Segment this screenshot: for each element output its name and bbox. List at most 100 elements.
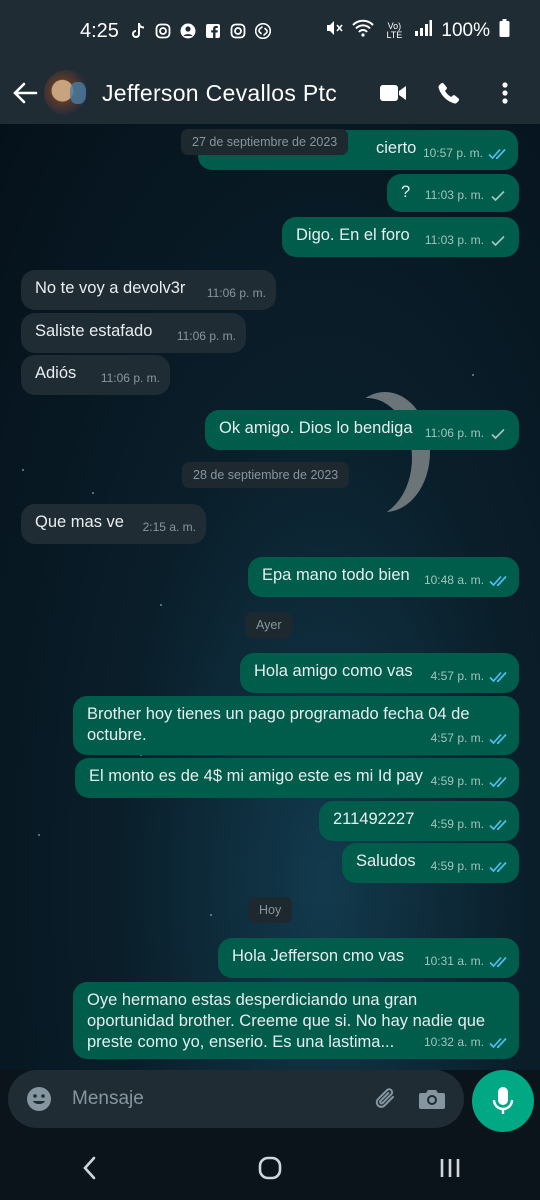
message-meta: 4:57 p. m.	[431, 728, 509, 749]
message-input-container	[8, 1070, 464, 1128]
double-check-read-icon	[488, 148, 506, 159]
double-check-read-icon	[489, 575, 507, 586]
double-check-read-icon	[489, 733, 507, 744]
message-composer	[0, 1070, 540, 1136]
wifi-icon	[352, 19, 375, 43]
message-bubble[interactable]: Hola Jefferson cmo vas 10:31 a. m.	[218, 938, 519, 978]
date-separator: Ayer	[245, 612, 293, 638]
message-meta: 2:15 a. m.	[143, 517, 196, 538]
check-sent-icon	[491, 235, 505, 246]
nav-home-icon[interactable]	[245, 1148, 295, 1188]
status-bar: 4:25 Vo) LTE 100%	[0, 0, 540, 62]
contact-name[interactable]: Jefferson Cevallos Ptc	[102, 80, 337, 107]
double-check-read-icon	[489, 776, 507, 787]
emoji-icon[interactable]	[24, 1084, 54, 1114]
message-time: 4:59 p. m.	[430, 859, 484, 873]
shazam-icon	[254, 22, 272, 40]
facebook-icon	[204, 22, 222, 40]
message-time: 10:57 p. m.	[422, 146, 483, 160]
video-call-icon[interactable]	[378, 78, 408, 108]
message-time: 2:15 a. m.	[142, 520, 196, 534]
message-bubble[interactable]: Adiós 11:06 p. m.	[21, 355, 170, 395]
instagram-icon	[154, 22, 172, 40]
message-time: 10:31 a. m.	[423, 954, 484, 968]
message-input[interactable]	[70, 1087, 356, 1111]
message-time: 4:59 p. m.	[430, 774, 484, 788]
message-meta: 11:06 p. m.	[207, 283, 266, 304]
message-text: cierto	[376, 139, 417, 157]
message-text: Ok amigo. Dios lo bendiga	[219, 419, 413, 437]
person-icon	[179, 22, 197, 40]
signal-icon	[414, 20, 433, 42]
message-meta: 4:59 p. m.	[431, 856, 509, 877]
message-meta: 11:03 p. m.	[425, 230, 509, 251]
mic-button[interactable]	[472, 1070, 534, 1132]
message-bubble[interactable]: Digo. En el foro 11:03 p. m.	[282, 217, 519, 257]
more-options-icon[interactable]	[490, 78, 520, 108]
message-time: 11:06 p. m.	[176, 329, 236, 343]
message-meta: 10:31 a. m.	[424, 951, 509, 972]
message-bubble[interactable]: Saliste estafado 11:06 p. m.	[21, 313, 246, 353]
date-separator: 27 de septiembre de 2023	[181, 129, 349, 155]
voice-call-icon[interactable]	[434, 78, 464, 108]
check-sent-icon	[491, 428, 505, 439]
message-bubble[interactable]: 211492227 4:59 p. m.	[319, 801, 519, 841]
message-text: Brother hoy tienes un pago programado fe…	[87, 705, 470, 744]
message-time: 11:06 p. m.	[206, 286, 266, 300]
message-text: Que mas ve	[35, 513, 124, 531]
nav-recents-icon[interactable]	[425, 1148, 475, 1188]
message-bubble[interactable]: Saludos 4:59 p. m.	[342, 843, 519, 883]
message-meta: 4:59 p. m.	[431, 814, 509, 835]
date-separator: Hoy	[248, 897, 293, 923]
message-meta: 11:06 p. m.	[425, 423, 509, 444]
battery-percentage: 100%	[441, 20, 490, 41]
message-text: ?	[401, 183, 411, 201]
chat-header: Jefferson Cevallos Ptc	[0, 62, 540, 124]
avatar[interactable]	[44, 70, 90, 116]
message-meta: 4:59 p. m.	[431, 771, 509, 792]
double-check-read-icon	[489, 819, 507, 830]
message-text: No te voy a devolv3r	[35, 279, 186, 297]
message-text: Saliste estafado	[35, 322, 153, 340]
message-text: 211492227	[333, 810, 415, 828]
message-time: 11:03 p. m.	[424, 188, 484, 202]
message-meta: 11:03 p. m.	[425, 185, 509, 206]
message-time: 4:57 p. m.	[430, 731, 484, 745]
double-check-read-icon	[489, 1037, 507, 1048]
check-sent-icon	[491, 190, 505, 201]
message-bubble[interactable]: Epa mano todo bien 10:48 a. m.	[248, 557, 519, 597]
message-time: 11:06 p. m.	[424, 426, 484, 440]
message-time: 10:32 a. m.	[423, 1035, 484, 1049]
status-time: 4:25	[80, 19, 119, 42]
double-check-read-icon	[489, 861, 507, 872]
mute-icon	[325, 19, 344, 43]
message-text: Digo. En el foro	[296, 226, 410, 244]
back-arrow-icon[interactable]	[8, 76, 42, 110]
message-bubble[interactable]: Oye hermano estas desperdiciando una gra…	[73, 982, 519, 1059]
message-text: Hola amigo como vas	[254, 662, 413, 680]
attach-icon[interactable]	[370, 1083, 402, 1115]
message-meta: 10:32 a. m.	[424, 1032, 509, 1053]
message-bubble[interactable]: ? 11:03 p. m.	[387, 174, 519, 212]
message-bubble[interactable]: Brother hoy tienes un pago programado fe…	[73, 696, 519, 755]
message-meta: 4:57 p. m.	[431, 666, 509, 687]
system-navigation-bar	[0, 1136, 540, 1200]
double-check-read-icon	[489, 671, 507, 682]
nav-back-icon[interactable]	[65, 1148, 115, 1188]
message-bubble[interactable]: Que mas ve 2:15 a. m.	[21, 504, 206, 544]
battery-icon	[499, 19, 510, 43]
message-time: 4:57 p. m.	[430, 669, 484, 683]
message-bubble[interactable]: Hola amigo como vas 4:57 p. m.	[240, 653, 519, 693]
message-bubble[interactable]: El monto es de 4$ mi amigo este es mi Id…	[75, 758, 519, 798]
date-separator: 28 de septiembre de 2023	[182, 462, 350, 488]
message-bubble[interactable]: No te voy a devolv3r 11:06 p. m.	[21, 270, 276, 310]
message-time: 11:06 p. m.	[100, 371, 160, 385]
message-text: Adiós	[35, 364, 77, 382]
message-bubble[interactable]: Ok amigo. Dios lo bendiga 11:06 p. m.	[205, 410, 519, 450]
instagram-icon	[229, 22, 247, 40]
double-check-read-icon	[489, 956, 507, 967]
message-text: Hola Jefferson cmo vas	[232, 947, 405, 965]
message-text: Epa mano todo bien	[262, 566, 410, 584]
camera-icon[interactable]	[416, 1083, 448, 1115]
chat-area[interactable]: cierto 10:57 p. m. 27 de septiembre de 2…	[0, 124, 540, 1070]
